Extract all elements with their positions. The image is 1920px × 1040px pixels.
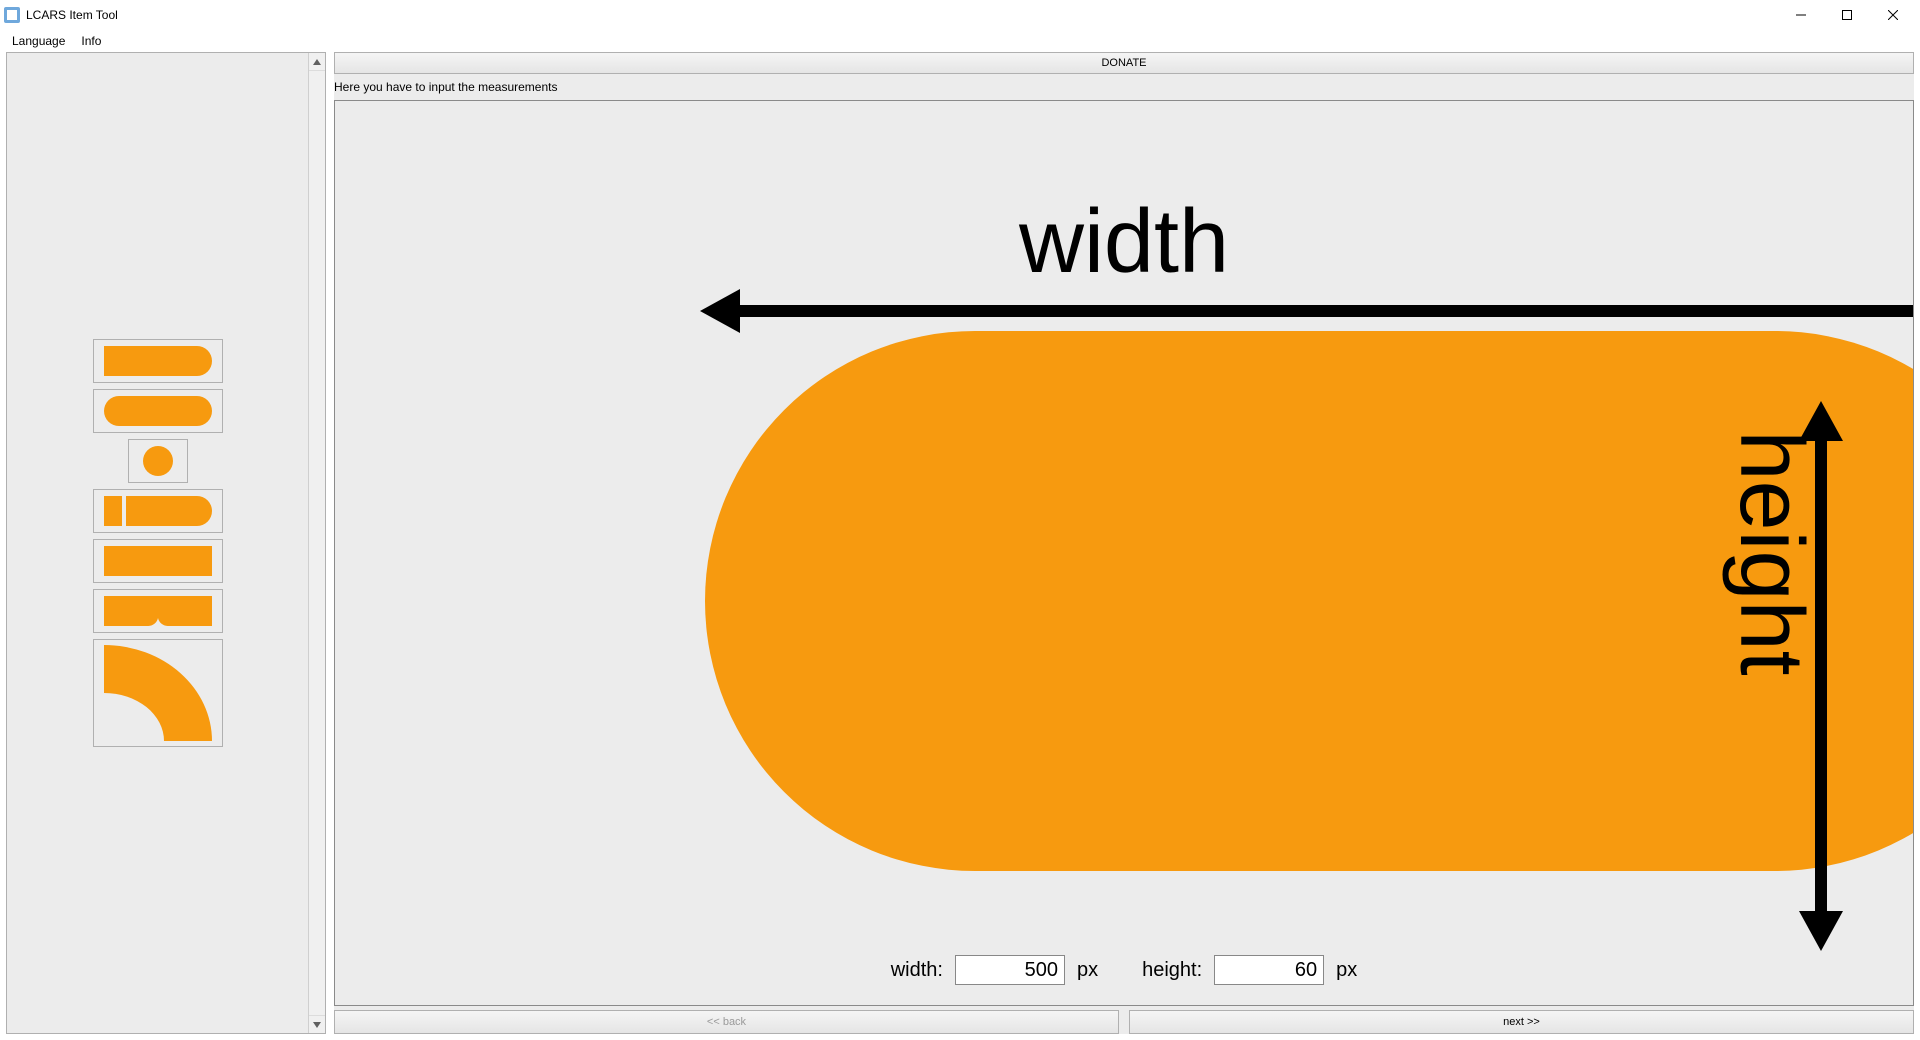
shape-tabbed-rect[interactable]: [93, 589, 223, 633]
menu-info[interactable]: Info: [73, 32, 109, 50]
width-input[interactable]: [955, 955, 1065, 985]
next-button[interactable]: next >>: [1129, 1010, 1914, 1034]
shape-half-pill[interactable]: [93, 339, 223, 383]
width-dimension-label: width: [1019, 191, 1229, 294]
donate-button[interactable]: DONATE: [334, 52, 1914, 74]
shape-circle[interactable]: [128, 439, 188, 483]
height-unit: px: [1336, 959, 1357, 982]
measurement-inputs: width: px height: px: [335, 955, 1913, 985]
shape-elbow[interactable]: [93, 639, 223, 747]
window-title: LCARS Item Tool: [26, 8, 118, 22]
shape-slider-pill[interactable]: [93, 489, 223, 533]
width-arrow-icon: [700, 289, 1914, 333]
menu-language[interactable]: Language: [4, 32, 73, 50]
shape-rectangle[interactable]: [93, 539, 223, 583]
titlebar: LCARS Item Tool: [0, 0, 1920, 30]
height-input[interactable]: [1214, 955, 1324, 985]
width-unit: px: [1077, 959, 1098, 982]
menubar: Language Info: [0, 30, 1920, 52]
scroll-down-icon[interactable]: [309, 1015, 325, 1033]
instruction-text: Here you have to input the measurements: [334, 78, 1914, 96]
sidebar-scrollbar[interactable]: [308, 53, 325, 1033]
shape-pill[interactable]: [93, 389, 223, 433]
width-input-label: width:: [891, 959, 943, 982]
minimize-button[interactable]: [1778, 0, 1824, 30]
height-input-label: height:: [1142, 959, 1202, 982]
scroll-up-icon[interactable]: [309, 53, 325, 71]
canvas: width height width: px: [334, 100, 1914, 1006]
maximize-button[interactable]: [1824, 0, 1870, 30]
close-button[interactable]: [1870, 0, 1916, 30]
height-dimension-label: height: [1719, 430, 1822, 675]
back-button[interactable]: << back: [334, 1010, 1119, 1034]
app-icon: [4, 7, 20, 23]
scroll-track[interactable]: [309, 71, 325, 1015]
shape-palette: [6, 52, 326, 1034]
